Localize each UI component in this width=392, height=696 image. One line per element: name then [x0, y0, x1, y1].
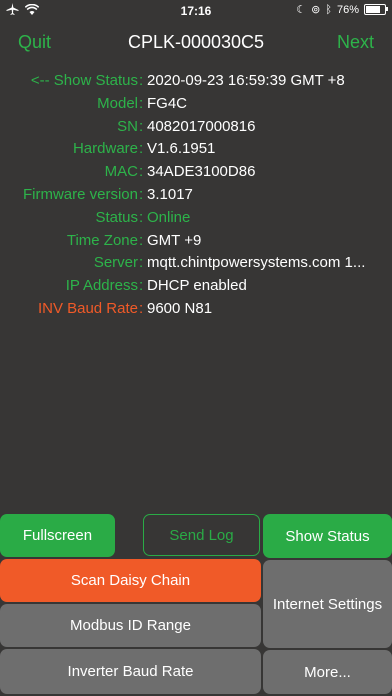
page-title: CPLK-000030C5 [127, 32, 265, 52]
status-label: Status [95, 208, 138, 226]
hardware-label: Hardware [72, 140, 138, 158]
server-value: mqtt.chintpowersystems.com 1... [147, 254, 366, 272]
separator: : [139, 185, 144, 203]
send-log-button[interactable]: Send Log [143, 514, 260, 556]
inv-baud-rate-label: INV Baud Rate [37, 299, 138, 317]
moon-icon: ☾ [296, 4, 307, 16]
info-row-server: Server : mqtt.chintpowersystems.com 1... [0, 252, 392, 275]
info-row-status: Status : Online [0, 207, 392, 230]
ip-address-value: DHCP enabled [147, 277, 247, 295]
inverter-baud-rate-button[interactable]: Inverter Baud Rate [0, 649, 261, 694]
sn-value: 4082017000816 [147, 117, 256, 135]
fullscreen-button[interactable]: Fullscreen [0, 514, 115, 557]
mac-value: 34ADE3100D86 [147, 163, 256, 181]
info-row-hardware: Hardware : V1.6.1951 [0, 138, 392, 161]
info-row-ip-address: IP Address : DHCP enabled [0, 275, 392, 298]
internet-settings-button[interactable]: Internet Settings [263, 560, 392, 648]
separator: : [139, 140, 144, 158]
battery-fill [366, 6, 380, 13]
hardware-value: V1.6.1951 [147, 140, 216, 158]
time-zone-label: Time Zone [66, 231, 138, 249]
inv-baud-rate-value: 9600 N81 [147, 299, 213, 317]
info-row-mac: MAC : 34ADE3100D86 [0, 161, 392, 184]
device-info-list: <-- Show Status : 2020-09-23 16:59:39 GM… [0, 70, 392, 321]
separator: : [139, 299, 144, 317]
info-row-firmware: Firmware version : 3.1017 [0, 184, 392, 207]
info-row-inv-baud-rate: INV Baud Rate : 9600 N81 [0, 298, 392, 321]
status-value: Online [147, 208, 191, 226]
ip-address-label: IP Address [65, 277, 138, 295]
more-button[interactable]: More... [263, 650, 392, 694]
info-row-sn: SN : 4082017000816 [0, 116, 392, 139]
show-status-button[interactable]: Show Status [263, 514, 392, 558]
bluetooth-icon: ᛒ [325, 3, 332, 16]
separator: : [139, 117, 144, 135]
separator: : [139, 231, 144, 249]
show-status-link[interactable]: <-- Show Status [31, 70, 138, 93]
status-right: ☾ ⊚ ᛒ 76% [296, 3, 388, 16]
firmware-label: Firmware version [22, 185, 138, 203]
battery-percent: 76% [336, 3, 359, 16]
separator: : [139, 163, 144, 181]
orientation-lock-icon: ⊚ [311, 4, 321, 16]
separator: : [139, 277, 144, 295]
mac-label: MAC [104, 163, 138, 181]
info-row-time-zone: Time Zone : GMT +9 [0, 230, 392, 253]
model-label: Model [97, 94, 138, 112]
last-update-value: 2020-09-23 16:59:39 GMT +8 [147, 72, 345, 89]
next-button[interactable]: Next [337, 32, 374, 53]
status-bar: 17:16 ☾ ⊚ ᛒ 76% [0, 0, 392, 22]
info-row-show-status: <-- Show Status : 2020-09-23 16:59:39 GM… [0, 70, 392, 93]
separator: : [139, 208, 144, 226]
modbus-id-range-button[interactable]: Modbus ID Range [0, 604, 261, 647]
model-value: FG4C [147, 94, 188, 112]
nav-bar: Quit CPLK-000030C5 Next [0, 28, 392, 58]
info-row-model: Model : FG4C [0, 93, 392, 116]
scan-daisy-chain-button[interactable]: Scan Daisy Chain [0, 559, 261, 602]
separator: : [139, 94, 144, 112]
separator: : [139, 254, 144, 272]
time-zone-value: GMT +9 [147, 231, 202, 249]
separator: : [139, 72, 144, 89]
server-label: Server [93, 254, 138, 272]
battery-icon [364, 4, 388, 15]
firmware-value: 3.1017 [147, 185, 193, 203]
sn-label: SN [117, 117, 138, 135]
